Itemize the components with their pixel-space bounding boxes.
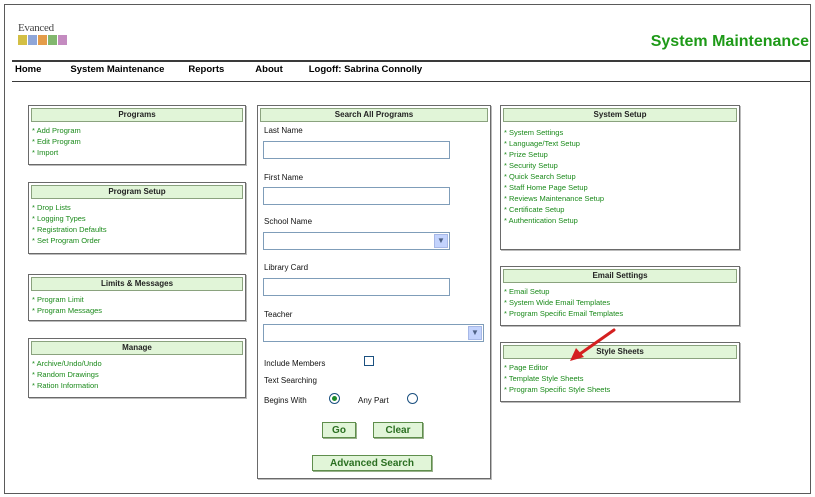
any-part-radio[interactable] bbox=[407, 393, 418, 404]
program-setup-panel: Program Setup * Drop Lists * Logging Typ… bbox=[28, 182, 246, 254]
panel-header: Manage bbox=[31, 341, 243, 355]
panel-links: * Email Setup * System Wide Email Templa… bbox=[501, 285, 739, 320]
reviews-maintenance-setup-link[interactable]: * Reviews Maintenance Setup bbox=[504, 193, 736, 204]
program-limit-link[interactable]: * Program Limit bbox=[32, 294, 242, 305]
annotation-arrow-icon bbox=[570, 328, 616, 361]
limits-messages-panel: Limits & Messages * Program Limit * Prog… bbox=[28, 274, 246, 321]
language-text-setup-link[interactable]: * Language/Text Setup bbox=[504, 138, 736, 149]
style-sheets-panel: Style Sheets * Page Editor * Template St… bbox=[500, 342, 740, 402]
panel-links: * Page Editor * Template Style Sheets * … bbox=[501, 361, 739, 396]
panel-links: * Drop Lists * Logging Types * Registrat… bbox=[29, 201, 245, 247]
any-part-label: Any Part bbox=[358, 396, 389, 405]
program-specific-email-templates-link[interactable]: * Program Specific Email Templates bbox=[504, 308, 736, 319]
panel-links: * Program Limit * Program Messages bbox=[29, 293, 245, 317]
logging-types-link[interactable]: * Logging Types bbox=[32, 213, 242, 224]
panel-header: Program Setup bbox=[31, 185, 243, 199]
manage-panel: Manage * Archive/Undo/Undo * Random Draw… bbox=[28, 338, 246, 398]
teacher-select[interactable]: ▼ bbox=[263, 324, 484, 342]
certificate-setup-link[interactable]: * Certificate Setup bbox=[504, 204, 736, 215]
registration-defaults-link[interactable]: * Registration Defaults bbox=[32, 224, 242, 235]
radio-selected-dot bbox=[332, 396, 337, 401]
go-button[interactable]: Go bbox=[322, 422, 356, 438]
page-title: System Maintenance bbox=[650, 33, 809, 50]
begins-with-label: Begins With bbox=[264, 396, 307, 405]
panel-links: * System Settings * Language/Text Setup … bbox=[501, 124, 739, 227]
last-name-input[interactable] bbox=[263, 141, 450, 159]
panel-header: System Setup bbox=[503, 108, 737, 122]
chevron-down-icon[interactable]: ▼ bbox=[468, 326, 482, 340]
programs-panel: Programs * Add Program * Edit Program * … bbox=[28, 105, 246, 165]
advanced-search-button[interactable]: Advanced Search bbox=[312, 455, 432, 471]
email-setup-link[interactable]: * Email Setup bbox=[504, 286, 736, 297]
teacher-label: Teacher bbox=[264, 310, 293, 319]
menu-reports[interactable]: Reports bbox=[188, 64, 224, 75]
archive-link[interactable]: * Archive/Undo/Undo bbox=[32, 358, 242, 369]
menu-divider-bottom bbox=[12, 81, 810, 82]
quick-search-setup-link[interactable]: * Quick Search Setup bbox=[504, 171, 736, 182]
panel-links: * Add Program * Edit Program * Import bbox=[29, 124, 245, 159]
menu-system-maintenance[interactable]: System Maintenance bbox=[70, 64, 164, 75]
library-card-input[interactable] bbox=[263, 278, 450, 296]
menu-divider-top bbox=[12, 60, 810, 62]
first-name-input[interactable] bbox=[263, 187, 450, 205]
menu-about[interactable]: About bbox=[255, 64, 282, 75]
text-searching-label: Text Searching bbox=[264, 376, 317, 385]
edit-program-link[interactable]: * Edit Program bbox=[32, 136, 242, 147]
template-style-sheets-link[interactable]: * Template Style Sheets bbox=[504, 373, 736, 384]
panel-header: Search All Programs bbox=[260, 108, 488, 122]
program-messages-link[interactable]: * Program Messages bbox=[32, 305, 242, 316]
program-specific-style-sheets-link[interactable]: * Program Specific Style Sheets bbox=[504, 384, 736, 395]
library-card-label: Library Card bbox=[264, 263, 309, 272]
chevron-down-icon[interactable]: ▼ bbox=[434, 234, 448, 248]
school-name-label: School Name bbox=[264, 217, 313, 226]
import-link[interactable]: * Import bbox=[32, 147, 242, 158]
panel-links: * Archive/Undo/Undo * Random Drawings * … bbox=[29, 357, 245, 392]
first-name-label: First Name bbox=[264, 173, 304, 182]
search-programs-panel: Search All Programs Last Name First Name… bbox=[257, 105, 491, 479]
security-setup-link[interactable]: * Security Setup bbox=[504, 160, 736, 171]
evanced-logo: Evanced bbox=[18, 22, 88, 52]
panel-header: Email Settings bbox=[503, 269, 737, 283]
main-menu: Home System Maintenance Reports About Lo… bbox=[13, 64, 422, 75]
include-members-label: Include Members bbox=[264, 359, 326, 368]
system-settings-link[interactable]: * System Settings bbox=[504, 127, 736, 138]
random-drawings-link[interactable]: * Random Drawings bbox=[32, 369, 242, 380]
logo-text: Evanced bbox=[18, 22, 54, 34]
include-members-checkbox[interactable] bbox=[364, 356, 374, 366]
last-name-label: Last Name bbox=[264, 126, 303, 135]
drop-lists-link[interactable]: * Drop Lists bbox=[32, 202, 242, 213]
clear-button[interactable]: Clear bbox=[373, 422, 423, 438]
menu-logoff[interactable]: Logoff: Sabrina Connolly bbox=[309, 64, 422, 75]
add-program-link[interactable]: * Add Program bbox=[32, 125, 242, 136]
logo-figures-icon bbox=[18, 35, 67, 45]
email-settings-panel: Email Settings * Email Setup * System Wi… bbox=[500, 266, 740, 326]
panel-header: Limits & Messages bbox=[31, 277, 243, 291]
prize-setup-link[interactable]: * Prize Setup bbox=[504, 149, 736, 160]
set-program-order-link[interactable]: * Set Program Order bbox=[32, 235, 242, 246]
page-editor-link[interactable]: * Page Editor bbox=[504, 362, 736, 373]
menu-home[interactable]: Home bbox=[15, 64, 41, 75]
ration-information-link[interactable]: * Ration Information bbox=[32, 380, 242, 391]
panel-header: Programs bbox=[31, 108, 243, 122]
panel-header: Style Sheets bbox=[503, 345, 737, 359]
staff-home-page-setup-link[interactable]: * Staff Home Page Setup bbox=[504, 182, 736, 193]
school-name-select[interactable]: ▼ bbox=[263, 232, 450, 250]
begins-with-radio[interactable] bbox=[329, 393, 340, 404]
authentication-setup-link[interactable]: * Authentication Setup bbox=[504, 215, 736, 226]
system-wide-email-templates-link[interactable]: * System Wide Email Templates bbox=[504, 297, 736, 308]
system-setup-panel: System Setup * System Settings * Languag… bbox=[500, 105, 740, 250]
